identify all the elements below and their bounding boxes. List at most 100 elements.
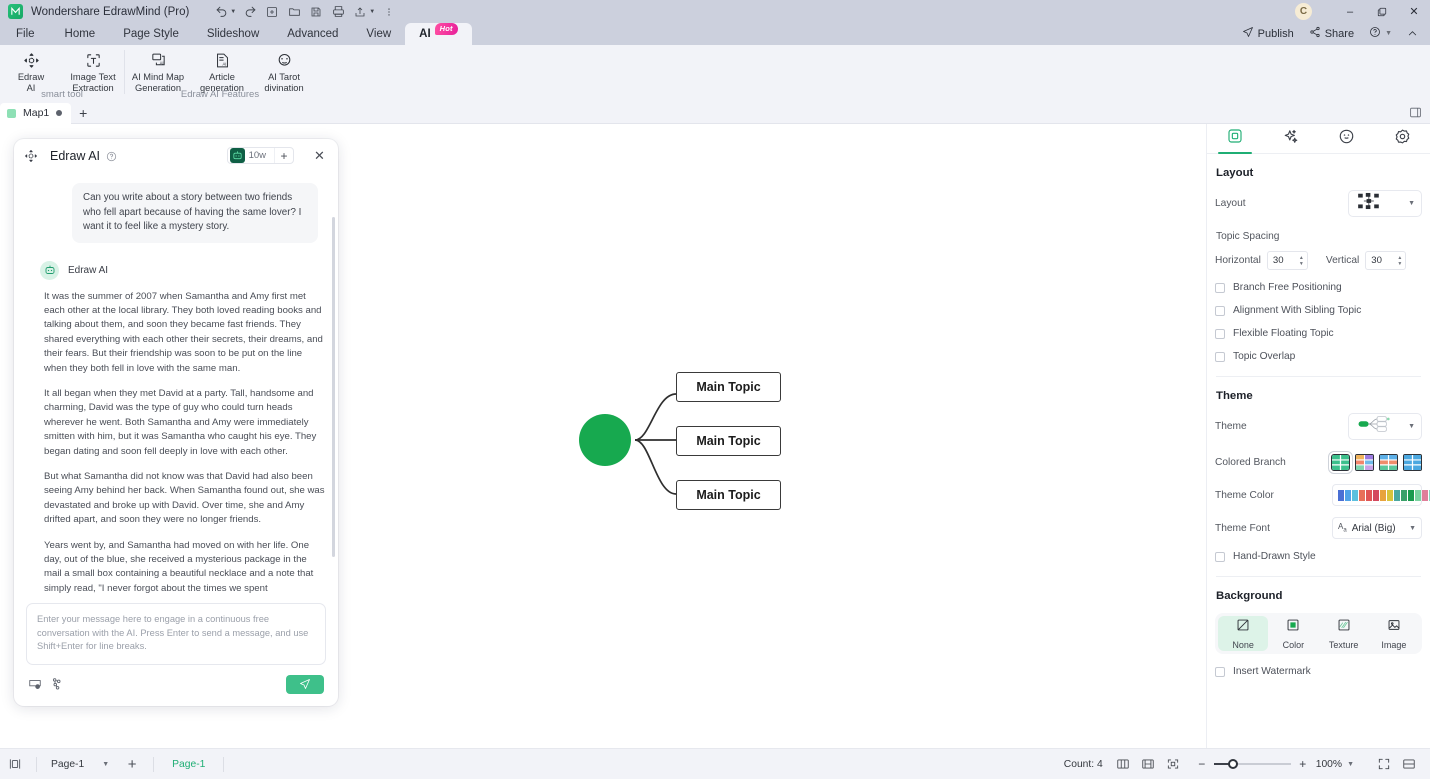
sidebar-tab-clipart[interactable] <box>1319 124 1375 153</box>
background-option-texture[interactable]: Texture <box>1319 616 1369 651</box>
minimize-button[interactable]: – <box>1334 0 1366 23</box>
tab-slideshow[interactable]: Slideshow <box>193 23 273 45</box>
edraw-ai-button[interactable]: Edraw AI <box>0 47 62 93</box>
ai-tarot-divination-button[interactable]: AI Tarot divination <box>253 47 315 93</box>
main-topic-node-3[interactable]: Main Topic <box>676 480 781 510</box>
tab-home[interactable]: Home <box>51 23 110 45</box>
ai-credits-widget[interactable]: 10w + <box>226 147 294 164</box>
vertical-spacing-input[interactable] <box>1366 255 1395 266</box>
save-button[interactable] <box>306 2 326 21</box>
active-page-chip[interactable]: Page-1 <box>160 759 217 770</box>
stepper-down-icon[interactable]: ▼ <box>1397 261 1402 266</box>
tab-advanced[interactable]: Advanced <box>273 23 352 45</box>
add-page-button[interactable]: + <box>117 749 147 779</box>
undo-caret-icon[interactable]: ▼ <box>230 9 236 15</box>
zoom-out-button[interactable]: − <box>1197 757 1207 771</box>
publish-button[interactable]: Publish <box>1236 24 1300 43</box>
stepper-down-icon[interactable]: ▼ <box>1299 261 1304 266</box>
tab-ai[interactable]: AI Hot <box>405 23 472 45</box>
checkbox-insert-watermark[interactable]: Insert Watermark <box>1215 666 1422 677</box>
help-button[interactable]: ▼ <box>1363 24 1398 43</box>
colored-branch-option-1[interactable] <box>1328 450 1353 474</box>
horizontal-spacing-stepper[interactable]: ▲ ▼ <box>1266 251 1308 270</box>
export-button[interactable] <box>350 2 370 21</box>
main-topic-node-1[interactable]: Main Topic <box>676 372 781 402</box>
fit-view-icon[interactable] <box>1162 753 1185 775</box>
sidebar-tab-settings[interactable] <box>1374 124 1430 153</box>
checkbox-topic-overlap[interactable]: Topic Overlap <box>1215 351 1422 362</box>
colored-branch-option-3[interactable] <box>1379 453 1398 471</box>
mindmap-canvas[interactable]: Main Topic Main Topic Main Topic Edraw A… <box>0 124 1206 748</box>
open-file-button[interactable] <box>284 2 304 21</box>
ai-send-button[interactable] <box>286 674 324 694</box>
tab-view[interactable]: View <box>352 23 405 45</box>
page-selector[interactable]: Page-1 ▼ <box>43 754 117 774</box>
undo-button[interactable] <box>211 2 231 21</box>
split-view-icon[interactable] <box>1397 753 1420 775</box>
main-topic-node-2[interactable]: Main Topic <box>676 426 781 456</box>
zoom-caret-icon[interactable]: ▼ <box>1347 761 1354 768</box>
theme-select[interactable]: ▼ <box>1348 413 1422 440</box>
checkbox-branch-free-positioning[interactable]: Branch Free Positioning <box>1215 282 1422 293</box>
close-button[interactable]: ✕ <box>1398 0 1430 23</box>
fullscreen-icon[interactable] <box>1372 753 1395 775</box>
new-document-tab-button[interactable]: + <box>71 103 95 124</box>
zoom-level-value[interactable]: 100% <box>1316 759 1342 770</box>
checkbox-alignment-with-sibling-topic[interactable]: Alignment With Sibling Topic <box>1215 305 1422 316</box>
checkbox-icon[interactable] <box>1215 551 1225 562</box>
help-caret-icon[interactable]: ▼ <box>1385 30 1392 37</box>
new-document-button[interactable] <box>262 2 282 21</box>
theme-font-select[interactable]: Aa Arial (Big) ▼ <box>1332 517 1422 539</box>
checkbox-flexible-floating-topic[interactable]: Flexible Floating Topic <box>1215 328 1422 339</box>
ai-chat-scrollbar[interactable] <box>332 217 335 557</box>
page-selector-caret-icon[interactable]: ▼ <box>102 761 109 768</box>
page-panel-toggle-button[interactable] <box>0 749 30 779</box>
zoom-in-button[interactable]: + <box>1298 757 1308 771</box>
ai-message-input[interactable]: Enter your message here to engage in a c… <box>26 603 326 665</box>
horizontal-stepper-arrows[interactable]: ▲ ▼ <box>1299 255 1307 266</box>
layout-select[interactable]: ▼ <box>1348 190 1422 217</box>
image-attach-icon[interactable] <box>28 674 50 694</box>
checkbox-icon[interactable] <box>1215 351 1225 362</box>
background-option-image[interactable]: Image <box>1369 616 1419 651</box>
theme-color-select[interactable]: ▼ <box>1332 484 1430 506</box>
checkbox-hand-drawn-style[interactable]: Hand-Drawn Style <box>1215 551 1422 562</box>
colored-branch-option-4[interactable] <box>1403 453 1422 471</box>
help-circle-icon[interactable] <box>106 151 117 162</box>
maximize-button[interactable] <box>1366 0 1398 23</box>
horizontal-spacing-input[interactable] <box>1267 255 1296 266</box>
zoom-slider-knob[interactable] <box>1227 759 1238 769</box>
zoom-slider[interactable] <box>1213 759 1291 769</box>
more-options-button[interactable] <box>379 2 399 21</box>
print-button[interactable] <box>328 2 348 21</box>
vertical-spacing-stepper[interactable]: ▲ ▼ <box>1365 251 1407 270</box>
checkbox-icon[interactable] <box>1215 305 1225 316</box>
checkbox-icon[interactable] <box>1215 328 1225 339</box>
article-generation-button[interactable]: Ai Article generation <box>191 47 253 93</box>
redo-button[interactable] <box>240 2 260 21</box>
share-nodes-icon[interactable] <box>50 674 72 694</box>
ai-mind-map-generation-button[interactable]: AI AI Mind Map Generation <box>125 47 191 93</box>
background-option-none[interactable]: None <box>1218 616 1269 651</box>
checkbox-icon[interactable] <box>1215 282 1225 293</box>
stepper-up-icon[interactable]: ▲ <box>1299 255 1304 260</box>
drag-handle-icon[interactable] <box>24 149 38 163</box>
ai-credits-add-button[interactable]: + <box>274 148 293 163</box>
outline-view-icon[interactable] <box>1137 753 1160 775</box>
export-caret-icon[interactable]: ▼ <box>369 9 375 15</box>
share-button[interactable]: Share <box>1303 24 1360 43</box>
image-text-extraction-button[interactable]: Image Text Extraction <box>62 47 124 93</box>
collapse-ribbon-button[interactable] <box>1401 26 1424 41</box>
document-tab-map1[interactable]: Map1 <box>0 102 72 124</box>
stepper-up-icon[interactable]: ▲ <box>1397 255 1402 260</box>
background-option-color[interactable]: Color <box>1268 616 1318 651</box>
sidebar-tab-layout[interactable] <box>1207 124 1263 154</box>
user-avatar[interactable]: C <box>1295 3 1312 20</box>
columns-view-icon[interactable] <box>1112 753 1135 775</box>
sidebar-tab-style[interactable] <box>1263 124 1319 153</box>
vertical-stepper-arrows[interactable]: ▲ ▼ <box>1397 255 1405 266</box>
toggle-right-panel-button[interactable] <box>1409 106 1422 124</box>
tab-page-style[interactable]: Page Style <box>109 23 193 45</box>
zoom-control[interactable]: − + <box>1197 757 1308 771</box>
ai-panel-close-button[interactable]: ✕ <box>311 147 328 164</box>
